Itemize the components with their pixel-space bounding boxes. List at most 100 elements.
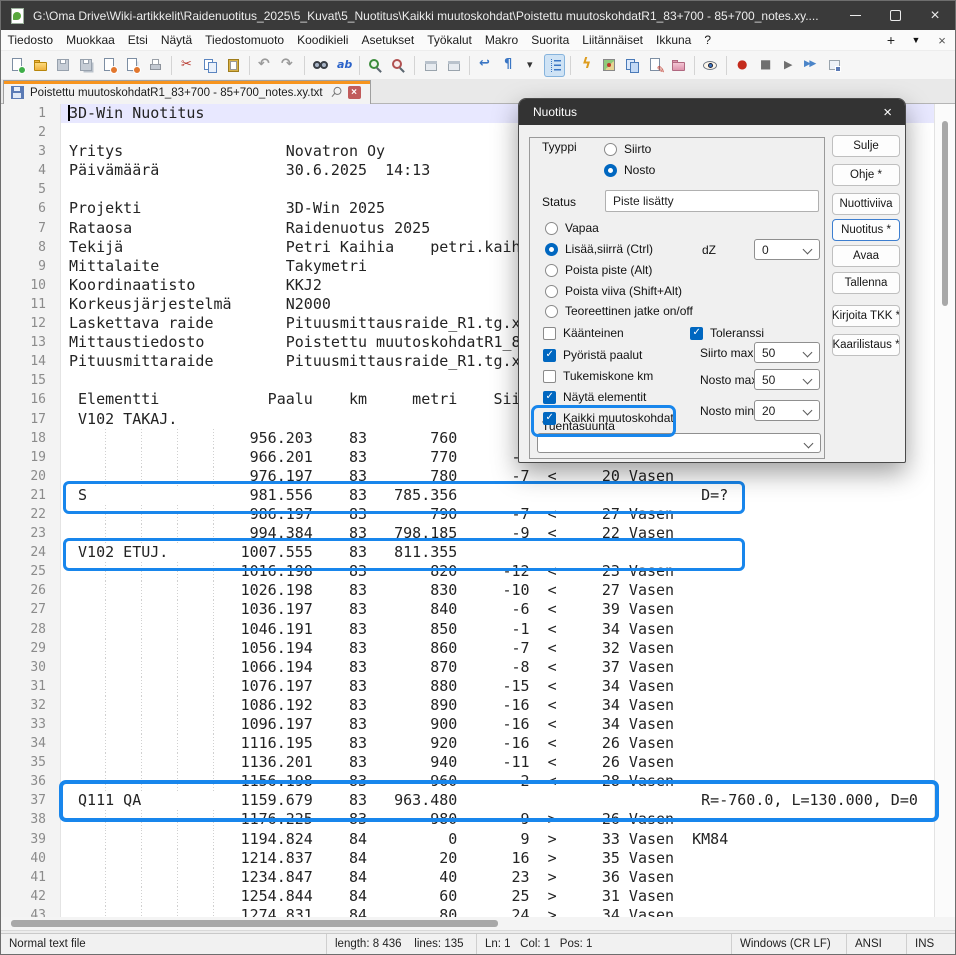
editor-line-38[interactable]: 38 1176.225 83 980 9 > 26 Vasen (1, 810, 955, 829)
dialog-title-bar[interactable]: Nuotitus × (519, 99, 905, 125)
monitoring-button[interactable] (700, 54, 721, 77)
zoom-in-button[interactable] (365, 54, 386, 77)
editor-line-33[interactable]: 33 1096.197 83 900 -16 < 34 Vasen (1, 715, 955, 734)
editor-line-27[interactable]: 27 1036.197 83 840 -6 < 39 Vasen (1, 600, 955, 619)
menu-close-button[interactable]: × (929, 33, 955, 48)
editor-line-25[interactable]: 25 1016.198 83 820 -12 < 23 Vasen (1, 562, 955, 581)
macro-save-button[interactable] (824, 54, 845, 77)
radio-nosto[interactable]: Nosto (604, 163, 655, 177)
editor-line-42[interactable]: 42 1254.844 84 60 25 > 31 Vasen (1, 887, 955, 906)
menu-item-työkalut[interactable]: Työkalut (421, 30, 479, 51)
checkbox-pyöristä-paalut[interactable]: Pyöristä paalut (543, 348, 642, 362)
combo-nosto-max[interactable]: 50 (754, 369, 820, 390)
dialog-close-icon[interactable]: × (883, 104, 892, 121)
show-all-characters-button[interactable] (498, 54, 519, 77)
dialog-button-kaarilistaus[interactable]: Kaarilistaus * (832, 334, 900, 356)
indent-guide-button[interactable] (544, 54, 565, 77)
document-list-button[interactable] (622, 54, 643, 77)
cut-button[interactable] (177, 54, 198, 77)
radio-poista-viiva-shift-alt[interactable]: Poista viiva (Shift+Alt) (545, 284, 682, 298)
menu-dropdown-button[interactable]: ▼ (903, 35, 929, 45)
menu-item-liitännäiset[interactable]: Liitännäiset (576, 30, 650, 51)
editor-line-23[interactable]: 23 994.384 83 798.185 -9 < 22 Vasen (1, 524, 955, 543)
dialog-button-nuotitus[interactable]: Nuotitus * (832, 219, 900, 241)
document-map-button[interactable] (599, 54, 620, 77)
save-file-button[interactable] (53, 54, 74, 77)
menu-item-asetukset[interactable]: Asetukset (355, 30, 421, 51)
menu-item-ikkuna[interactable]: Ikkuna (649, 30, 697, 51)
menu-item-näytä[interactable]: Näytä (154, 30, 198, 51)
editor-line-26[interactable]: 26 1026.198 83 830 -10 < 27 Vasen (1, 581, 955, 600)
combo-nosto-min[interactable]: 20 (754, 400, 820, 421)
menu-item-tiedosto[interactable]: Tiedosto (1, 30, 60, 51)
word-wrap-button[interactable] (475, 54, 496, 77)
checkbox-tukemiskone-km[interactable]: Tukemiskone km (543, 369, 653, 383)
vertical-scrollbar[interactable] (934, 104, 955, 917)
editor-line-31[interactable]: 31 1076.197 83 880 -15 < 34 Vasen (1, 677, 955, 696)
dialog-button-tallenna[interactable]: Tallenna (832, 272, 900, 294)
editor-line-30[interactable]: 30 1066.194 83 870 -8 < 37 Vasen (1, 658, 955, 677)
editor-line-43[interactable]: 43 1274.831 84 80 24 > 34 Vasen (1, 906, 955, 917)
find-button[interactable] (310, 54, 331, 77)
editor-line-29[interactable]: 29 1056.194 83 860 -7 < 32 Vasen (1, 639, 955, 658)
menu-item-tiedostomuoto[interactable]: Tiedostomuoto (199, 30, 291, 51)
editor-line-22[interactable]: 22 986.197 83 790 -7 < 27 Vasen (1, 505, 955, 524)
status-insert-mode[interactable]: INS (906, 934, 956, 955)
editor-line-21[interactable]: 21 S 981.556 83 785.356 D=? (1, 486, 955, 505)
tab-active[interactable]: Poistettu muutoskohdatR1_83+700 - 85+700… (3, 80, 371, 104)
dialog-button-kirjoita-tkk[interactable]: Kirjoita TKK * (832, 305, 900, 327)
checkbox-toleranssi[interactable]: Toleranssi (690, 326, 764, 340)
tuentasuunta-combo[interactable] (537, 433, 821, 453)
paste-button[interactable] (223, 54, 244, 77)
vertical-scrollbar-thumb[interactable] (942, 121, 948, 306)
status-encoding[interactable]: ANSI (846, 934, 906, 955)
radio-poista-piste-alt[interactable]: Poista piste (Alt) (545, 263, 652, 277)
symbols-dropdown-button[interactable] (521, 54, 542, 77)
radio-lisää-siirrä-ctrl[interactable]: Lisää,siirrä (Ctrl) (545, 242, 653, 256)
close-all-button[interactable] (122, 54, 143, 77)
checkbox-näytä-elementit[interactable]: Näytä elementit (543, 390, 646, 404)
editor-line-37[interactable]: 37 Q111 QA 1159.679 83 963.480 R=-760.0,… (1, 791, 955, 810)
close-button[interactable]: × (915, 1, 955, 30)
dialog-button-ohje[interactable]: Ohje * (832, 164, 900, 186)
macro-play-button[interactable] (778, 54, 799, 77)
checkbox-käänteinen[interactable]: Käänteinen (543, 326, 624, 340)
macro-run-multiple-button[interactable] (801, 54, 822, 77)
dialog-button-sulje[interactable]: Sulje (832, 135, 900, 157)
minim ize-button[interactable] (835, 1, 875, 30)
save-all-button[interactable] (76, 54, 97, 77)
sync-vertical-button[interactable] (420, 54, 441, 77)
status-eol-format[interactable]: Windows (CR LF) (731, 934, 846, 955)
undo-button[interactable] (255, 54, 276, 77)
open-file-button[interactable] (30, 54, 51, 77)
radio-siirto[interactable]: Siirto (604, 142, 651, 156)
redo-button[interactable] (278, 54, 299, 77)
editor-line-24[interactable]: 24 V102 ETUJ. 1007.555 83 811.355 (1, 543, 955, 562)
editor-line-40[interactable]: 40 1214.837 84 20 16 > 35 Vasen (1, 849, 955, 868)
copy-button[interactable] (200, 54, 221, 77)
menu-item-suorita[interactable]: Suorita (525, 30, 576, 51)
horizontal-scrollbar-thumb[interactable] (11, 920, 498, 927)
maximize-button[interactable] (875, 1, 915, 30)
editor-line-20[interactable]: 20 976.197 83 780 -7 < 20 Vasen (1, 467, 955, 486)
dialog-button-nuottiviiva[interactable]: Nuottiviiva (832, 193, 900, 215)
radio-teoreettinen-jatke-on-off[interactable]: Teoreettinen jatke on/off (545, 304, 693, 318)
dialog-button-avaa[interactable]: Avaa (832, 245, 900, 267)
zoom-out-button[interactable] (388, 54, 409, 77)
menu-item-makro[interactable]: Makro (478, 30, 524, 51)
editor-line-41[interactable]: 41 1234.847 84 40 23 > 36 Vasen (1, 868, 955, 887)
editor-line-36[interactable]: 36 1156.198 83 960 2 < 28 Vasen (1, 772, 955, 791)
new-file-button[interactable] (7, 54, 28, 77)
folder-workspace-button[interactable] (668, 54, 689, 77)
horizontal-scrollbar[interactable] (1, 917, 955, 930)
pin-icon[interactable] (326, 83, 344, 101)
menu-item-etsi[interactable]: Etsi (121, 30, 154, 51)
sync-horizontal-button[interactable] (443, 54, 464, 77)
tab-close-icon[interactable]: × (348, 86, 361, 99)
combo-siirto-max[interactable]: 50 (754, 342, 820, 363)
function-list-button[interactable] (645, 54, 666, 77)
editor-line-28[interactable]: 28 1046.191 83 850 -1 < 34 Vasen (1, 620, 955, 639)
macro-record-button[interactable] (732, 54, 753, 77)
lightning-button[interactable] (576, 54, 597, 77)
replace-button[interactable] (333, 54, 354, 77)
